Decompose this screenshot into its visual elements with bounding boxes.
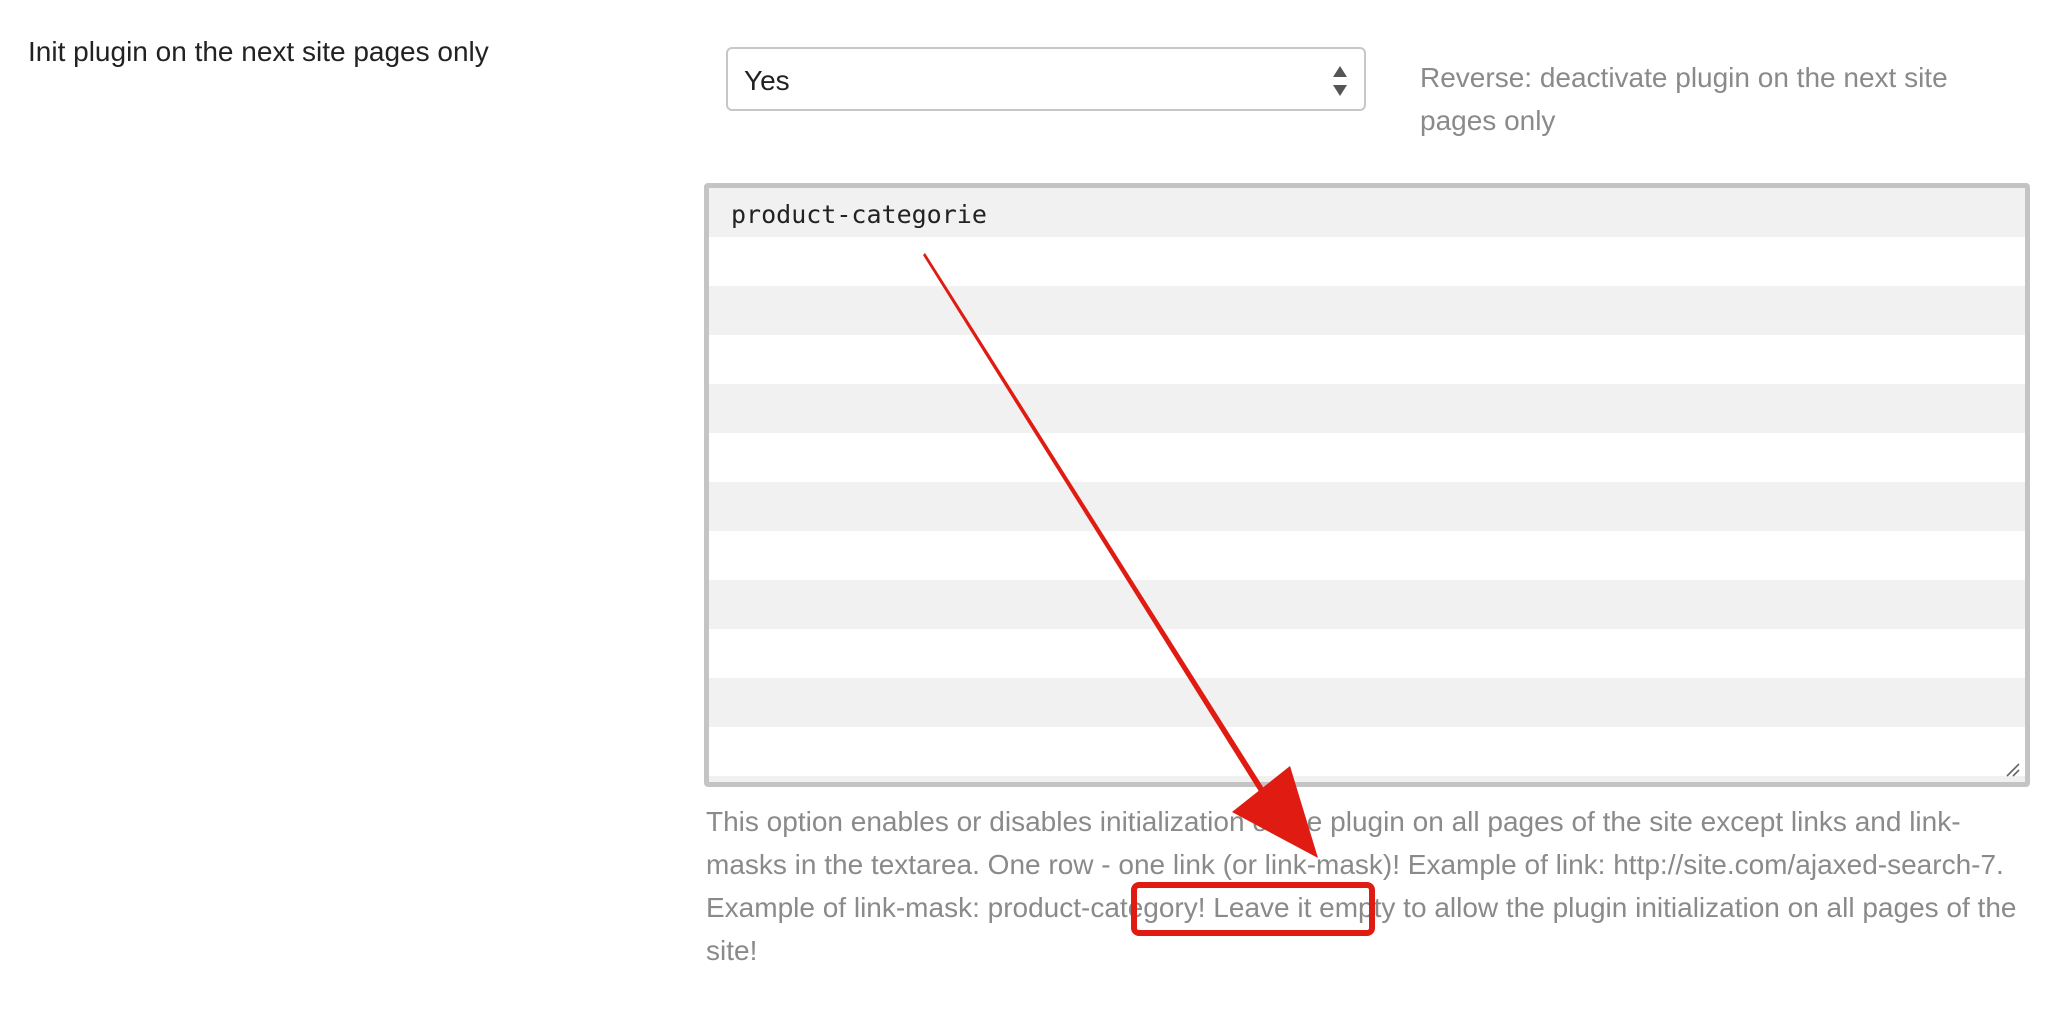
select-value: Yes (744, 65, 790, 96)
select-hint: Reverse: deactivate plugin on the next s… (1420, 62, 1948, 136)
highlight-box (1131, 882, 1375, 936)
setting-label: Init plugin on the next site pages only (28, 36, 489, 67)
resize-handle-icon[interactable] (2003, 760, 2021, 778)
updown-arrows-icon (1333, 66, 1347, 96)
init-pages-select[interactable]: Yes (726, 47, 1366, 111)
textarea-value: product-categorie (731, 200, 987, 229)
pages-textarea[interactable]: product-categorie (704, 183, 2030, 787)
settings-page: Init plugin on the next site pages only … (0, 0, 2060, 1022)
